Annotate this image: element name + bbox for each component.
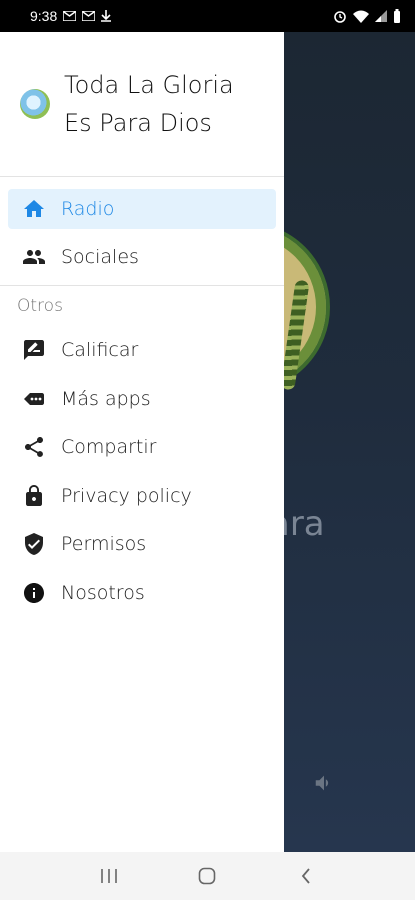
shield-icon	[22, 532, 46, 556]
nav-item-sociales[interactable]: Sociales	[8, 237, 276, 277]
app-title-line2: Es Para Dios	[64, 109, 212, 137]
status-right	[333, 9, 401, 23]
back-button[interactable]	[286, 856, 326, 896]
navigation-drawer: Toda La Gloria Es Para Dios Radio Social…	[0, 32, 284, 852]
people-icon	[22, 245, 46, 269]
app-title: Toda La Gloria Es Para Dios	[64, 66, 234, 142]
signal-icon	[375, 10, 387, 22]
section-label-otros: Otros	[17, 296, 63, 316]
nav-item-label: Más apps	[61, 387, 151, 410]
status-left: 9:38	[30, 8, 112, 24]
download-icon	[101, 10, 112, 22]
home-icon	[22, 197, 46, 221]
wifi-icon	[353, 10, 369, 23]
recent-apps-icon	[101, 869, 117, 883]
nav-item-nosotros[interactable]: Nosotros	[8, 573, 276, 613]
nav-item-privacy-policy[interactable]: Privacy policy	[8, 476, 276, 516]
other-nav: Calificar Más apps Compartir Privacy pol…	[0, 330, 284, 613]
app-logo	[20, 89, 50, 119]
more-apps-icon	[22, 387, 46, 411]
nav-item-label: Nosotros	[61, 581, 145, 604]
nav-item-label: Sociales	[61, 246, 139, 268]
battery-icon	[394, 9, 400, 23]
nav-item-permisos[interactable]: Permisos	[8, 524, 276, 564]
nav-item-calificar[interactable]: Calificar	[8, 330, 276, 370]
alarm-icon	[334, 11, 346, 23]
back-icon	[301, 868, 310, 884]
nav-item-label: Radio	[61, 198, 115, 220]
nav-item-label: Compartir	[61, 436, 157, 458]
lock-icon	[22, 484, 46, 508]
nav-item-label: Permisos	[61, 533, 147, 555]
home-button[interactable]	[187, 856, 227, 896]
share-icon	[22, 435, 46, 459]
status-bar: 9:38	[0, 0, 415, 32]
gmail-icon	[82, 11, 96, 21]
recent-apps-button[interactable]	[89, 856, 129, 896]
rate-review-icon	[22, 338, 46, 362]
info-icon	[22, 581, 46, 605]
home-circle-icon	[199, 867, 216, 885]
system-nav-bar	[0, 852, 415, 900]
volume-icon[interactable]	[313, 772, 335, 798]
gmail-icon	[63, 11, 77, 21]
nav-item-label: Calificar	[61, 339, 139, 361]
nav-item-mas-apps[interactable]: Más apps	[8, 379, 276, 419]
nav-item-label: Privacy policy	[61, 484, 192, 507]
nav-item-compartir[interactable]: Compartir	[8, 427, 276, 467]
main-nav: Radio Sociales	[0, 177, 284, 277]
drawer-header: Toda La Gloria Es Para Dios	[0, 32, 284, 177]
status-time: 9:38	[30, 8, 58, 24]
app-title-line1: Toda La Gloria	[64, 71, 234, 99]
nav-item-radio[interactable]: Radio	[8, 189, 276, 229]
